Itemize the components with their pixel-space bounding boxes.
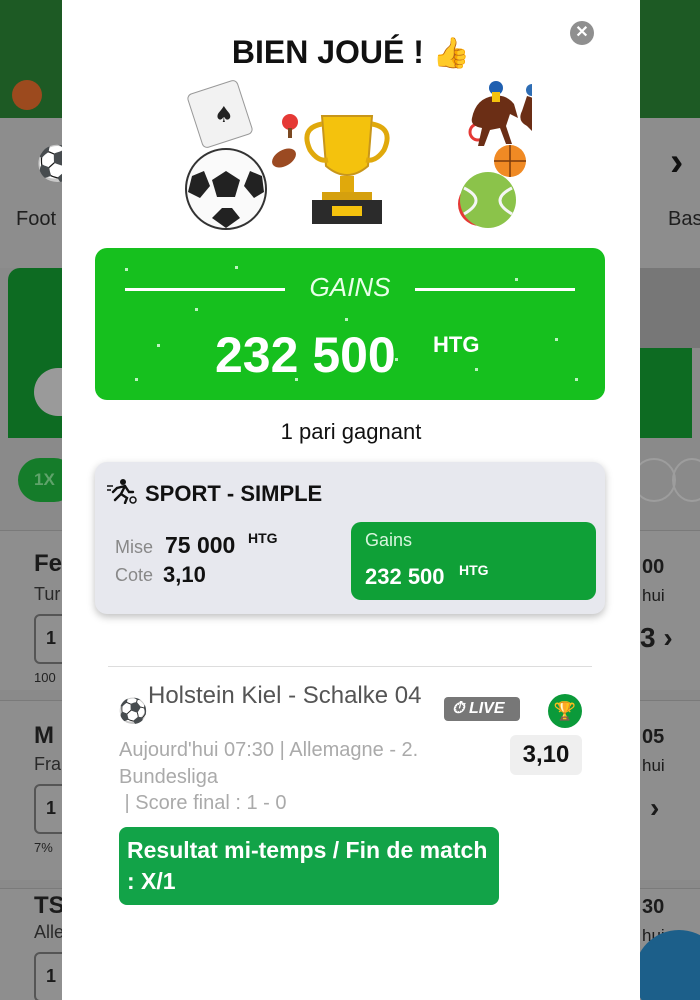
event-subtitle: Tur [34, 584, 61, 604]
avatar[interactable] [12, 80, 42, 110]
gains-amount: 232 500 [215, 327, 396, 383]
soccer-ball-icon: ⚽ [118, 698, 148, 725]
event-title: Fe [34, 550, 63, 577]
event-title: M [34, 722, 54, 749]
trophy-icon: 🏆 [548, 694, 582, 728]
modal-title: BIEN JOUÉ ! 👍 [62, 34, 640, 71]
bet-result: Resultat mi-temps / Fin de match : X/1 [119, 827, 499, 905]
winning-bets-count: 1 pari gagnant [280, 419, 422, 444]
chevron-right-icon[interactable]: › [670, 140, 683, 185]
event-right-value: 00 [642, 556, 665, 578]
event-subtitle: Alle [34, 922, 65, 942]
modal-title-text: BIEN JOUÉ ! [231, 34, 424, 70]
market-chip-3[interactable] [672, 458, 700, 502]
event-title: TS [34, 892, 65, 919]
event-right-sub: hui [642, 586, 665, 605]
bet-summary-card: SPORT - SIMPLE Mise 75 000 HTG Cote 3,10… [95, 462, 605, 614]
bet-gains-value: 232 500 [365, 564, 445, 589]
promo-side [640, 268, 700, 348]
american-football-icon [272, 148, 296, 168]
odds-label: Cote [115, 565, 154, 585]
live-badge: ⏱ LIVE [444, 697, 520, 721]
soccer-ball-icon [185, 148, 267, 230]
match-meta: Aujourd'hui 07:30 | Allemagne - 2. Bunde… [119, 739, 419, 788]
match-score: | Score final : 1 - 0 [119, 792, 287, 814]
stake-label: Mise [115, 537, 154, 557]
divider [108, 666, 592, 667]
horse-racing-icon [520, 84, 532, 131]
bet-gains-currency: HTG [459, 562, 489, 578]
horse-racing-figure [462, 78, 522, 150]
gains-banner: GAINS 232 500 HTG [95, 248, 605, 400]
svg-text:♠: ♠ [214, 103, 234, 128]
odds-value: 3,10 [163, 562, 206, 587]
timer-icon: ⏱ [452, 700, 465, 717]
win-modal: ✕ BIEN JOUÉ ! 👍 ♠ GAINS 232 500 HTG 1 pa… [62, 0, 640, 1000]
event-right-value: 30 [642, 896, 665, 918]
live-label: LIVE [468, 700, 505, 717]
tennis-ball-icon [458, 170, 518, 230]
bet-gains-box: Gains 232 500 HTG [351, 522, 596, 600]
thumbs-up-icon: 👍 [432, 37, 471, 70]
sport-runner-icon [107, 478, 137, 511]
bet-gains-label: Gains [365, 530, 413, 550]
event-right-extra: 3 [640, 622, 656, 653]
event-subtitle: Fra [34, 754, 61, 774]
chevron-right-icon[interactable]: 3 › [640, 622, 673, 654]
ping-pong-icon [282, 114, 298, 138]
gains-currency: HTG [433, 332, 480, 357]
bet-type: SPORT - SIMPLE [145, 481, 323, 506]
sport-label-football[interactable]: Foot [16, 208, 56, 231]
match-odds: 3,10 [510, 735, 582, 775]
event-percent: 100 [34, 670, 56, 685]
playing-card-icon: ♠ [187, 80, 253, 148]
sport-label-basketball[interactable]: Bas [668, 208, 700, 231]
stake-currency: HTG [248, 530, 278, 546]
chevron-right-icon[interactable]: › [650, 792, 659, 824]
trophy-icon [304, 115, 390, 224]
event-percent: 7% [34, 840, 53, 855]
event-right-value: 05 [642, 726, 665, 748]
match-title: Holstein Kiel - Schalke 04 [148, 682, 422, 709]
event-right-sub: hui [642, 756, 665, 775]
gains-divider-right [415, 288, 575, 291]
stake-value: 75 000 [165, 532, 236, 558]
